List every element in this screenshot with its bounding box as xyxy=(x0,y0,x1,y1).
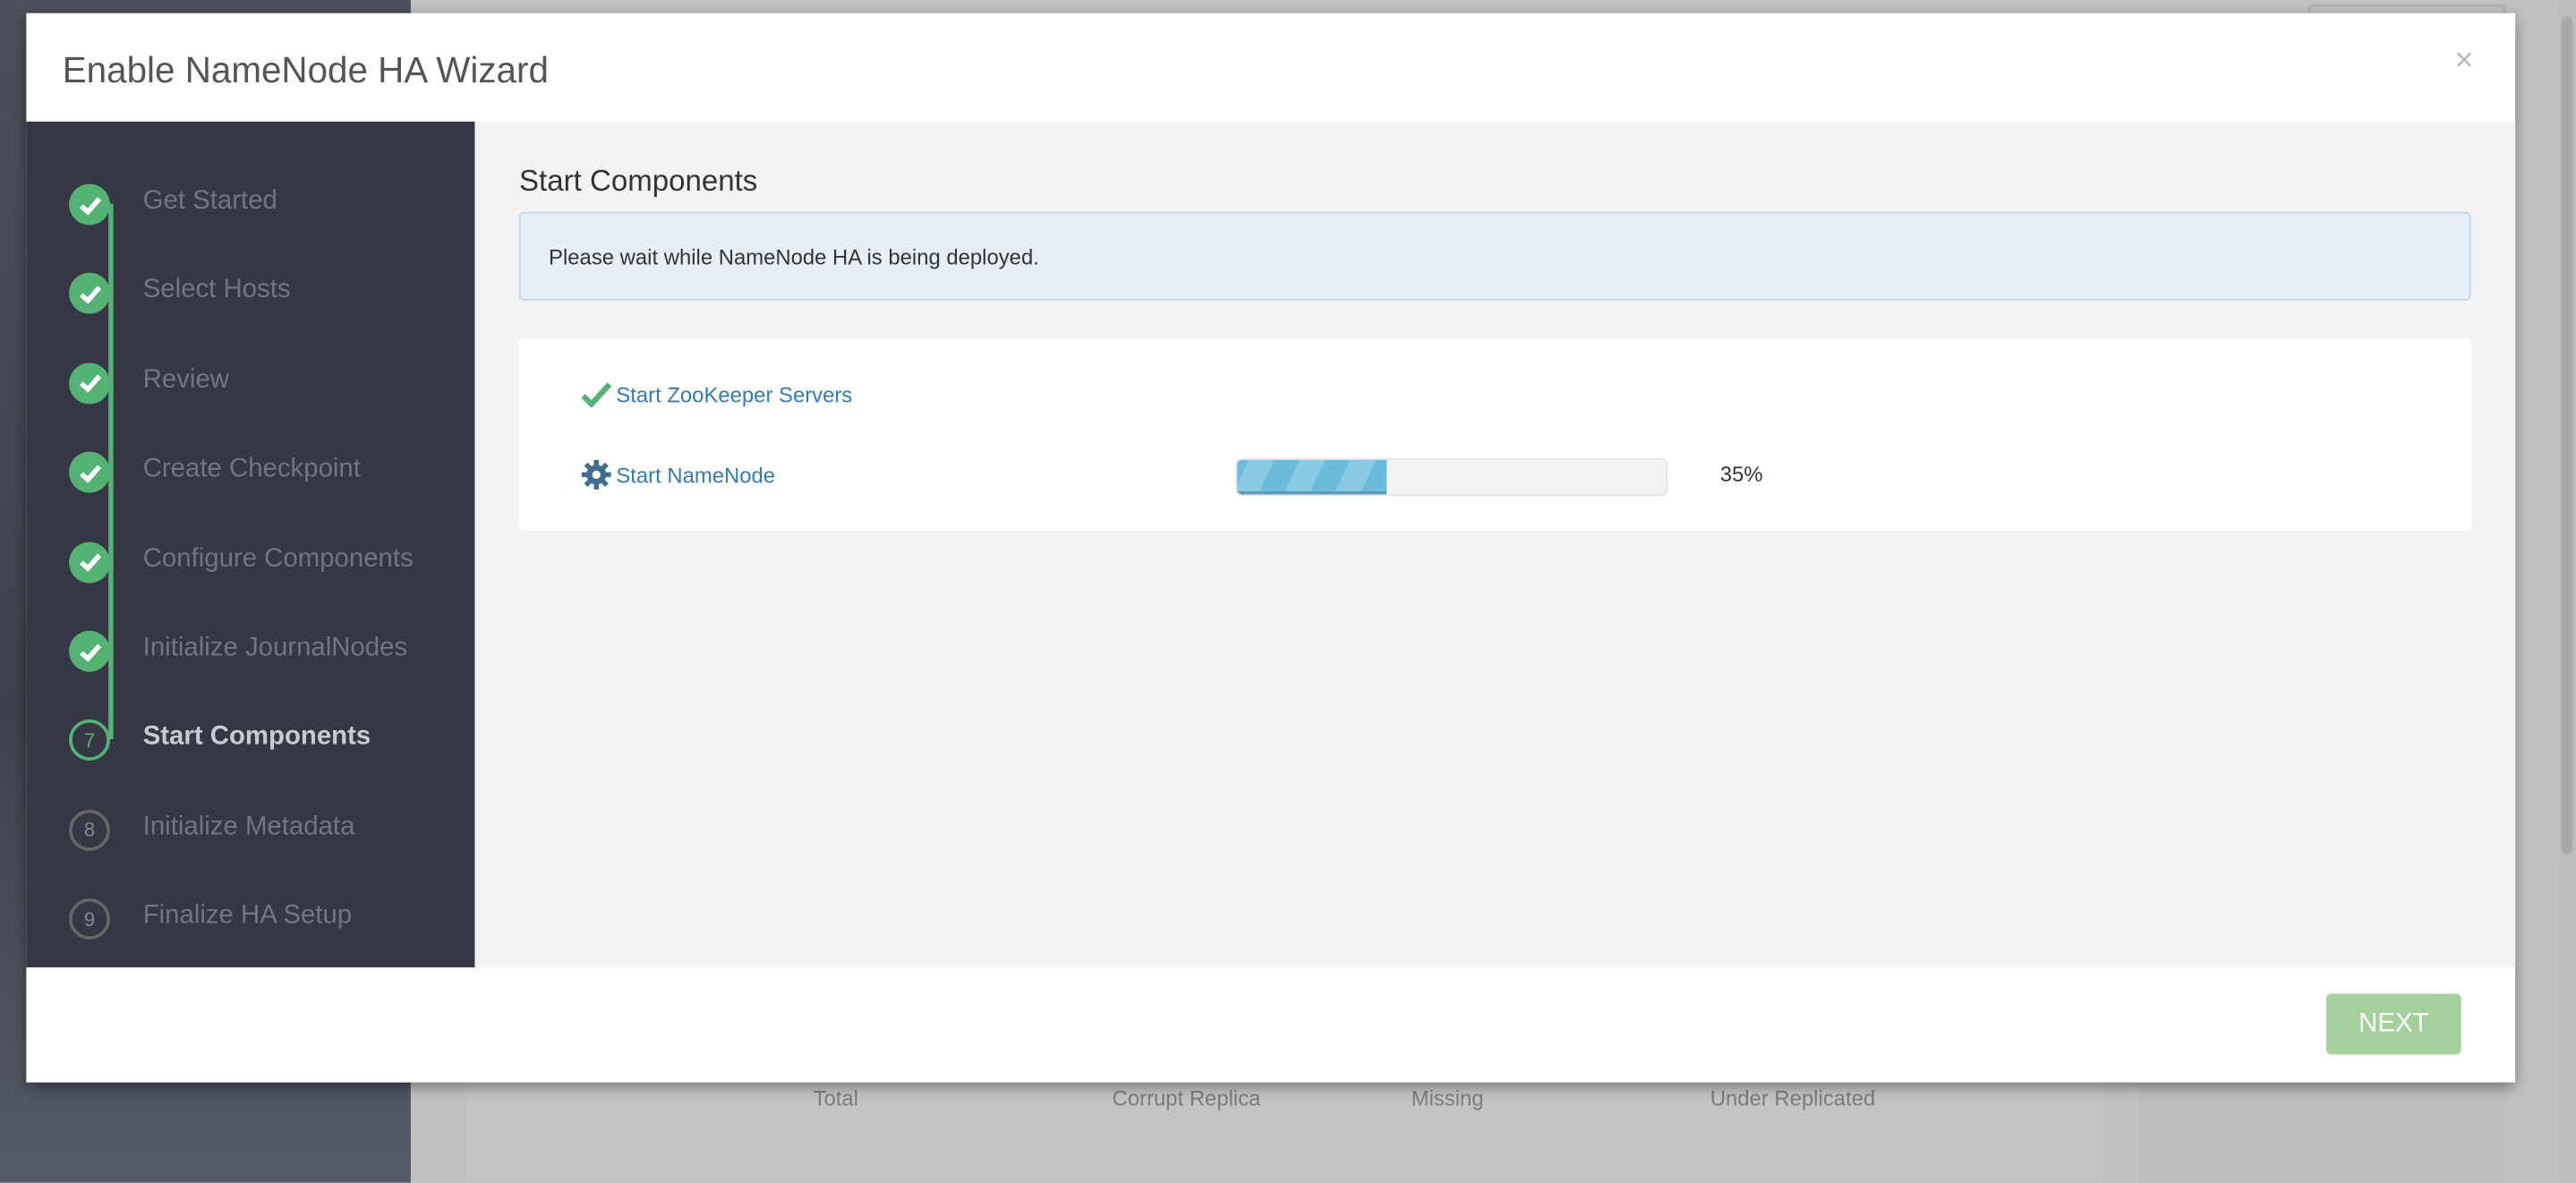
next-button[interactable]: NEXT xyxy=(2326,993,2461,1055)
check-icon xyxy=(79,643,101,661)
step-label: Configure Components xyxy=(142,544,414,573)
task-link-namenode[interactable]: Start NameNode xyxy=(616,463,775,488)
page: Total Corrupt Replica Missing Under Repl… xyxy=(0,0,2576,1183)
step-initialize-metadata: 8 Initialize Metadata xyxy=(26,809,474,879)
step-indicator xyxy=(69,362,110,404)
step-label: Finalize HA Setup xyxy=(142,902,353,931)
check-icon xyxy=(79,285,101,304)
step-number: 9 xyxy=(83,907,96,932)
step-indicator xyxy=(69,452,110,493)
task-link-zookeeper[interactable]: Start ZooKeeper Servers xyxy=(616,382,852,407)
step-indicator xyxy=(69,540,110,583)
step-label: Initialize JournalNodes xyxy=(142,634,408,662)
check-icon xyxy=(79,464,101,483)
gear-icon xyxy=(581,459,611,489)
step-get-started: Get Started xyxy=(26,183,474,253)
step-configure-components: Configure Components xyxy=(26,540,474,610)
step-label: Get Started xyxy=(142,187,277,216)
step-label: Select Hosts xyxy=(142,277,291,305)
step-label: Review xyxy=(142,365,229,395)
step-label: Create Checkpoint xyxy=(142,455,361,483)
background-label-corrupt: Corrupt Replica xyxy=(1112,1085,1261,1111)
step-select-hosts: Select Hosts xyxy=(26,273,474,342)
check-icon xyxy=(79,196,101,215)
step-number: 8 xyxy=(83,818,96,842)
step-create-checkpoint: Create Checkpoint xyxy=(26,452,474,521)
step-label: Start Components xyxy=(142,723,371,752)
task-row: Start ZooKeeper Servers xyxy=(581,381,852,408)
step-number: 7 xyxy=(83,728,96,753)
check-icon xyxy=(581,382,611,408)
check-icon xyxy=(79,375,101,394)
step-indicator: 7 xyxy=(69,719,110,762)
step-indicator xyxy=(69,273,110,315)
wizard-content: Start Components Please wait while NameN… xyxy=(474,121,2516,968)
step-indicator: 9 xyxy=(69,898,110,940)
progress-percent: 35% xyxy=(1719,461,1763,487)
step-heading: Start Components xyxy=(519,164,758,198)
background-label-under-replicated: Under Replicated xyxy=(1710,1085,1876,1111)
progress-fill xyxy=(1237,459,1387,495)
step-indicator: 8 xyxy=(69,809,110,851)
tasks-panel: Start ZooKeeper Servers Start NameNode 3… xyxy=(519,338,2471,531)
step-finalize-ha-setup: 9 Finalize HA Setup xyxy=(26,898,474,967)
background-label-total: Total xyxy=(813,1085,858,1111)
step-review: Review xyxy=(26,362,474,431)
modal-title: Enable NameNode HA Wizard xyxy=(62,49,549,90)
background-label-missing: Missing xyxy=(1411,1085,1484,1111)
task-row: Start NameNode xyxy=(581,459,775,489)
step-label: Initialize Metadata xyxy=(142,813,355,841)
close-icon[interactable]: × xyxy=(2454,43,2473,81)
step-indicator xyxy=(69,630,110,672)
namenode-progress-bar xyxy=(1235,458,1668,497)
step-indicator xyxy=(69,183,110,226)
wizard-modal: Enable NameNode HA Wizard × Get Started S… xyxy=(26,13,2516,1083)
check-icon xyxy=(79,553,101,572)
step-start-components: 7 Start Components xyxy=(26,719,474,789)
info-alert: Please wait while NameNode HA is being d… xyxy=(519,211,2471,301)
scrollbar-thumb[interactable] xyxy=(2561,16,2573,855)
wizard-steps-sidebar: Get Started Select Hosts Review Create Chec… xyxy=(26,121,475,968)
step-initialize-journalnodes: Initialize JournalNodes xyxy=(26,630,474,700)
